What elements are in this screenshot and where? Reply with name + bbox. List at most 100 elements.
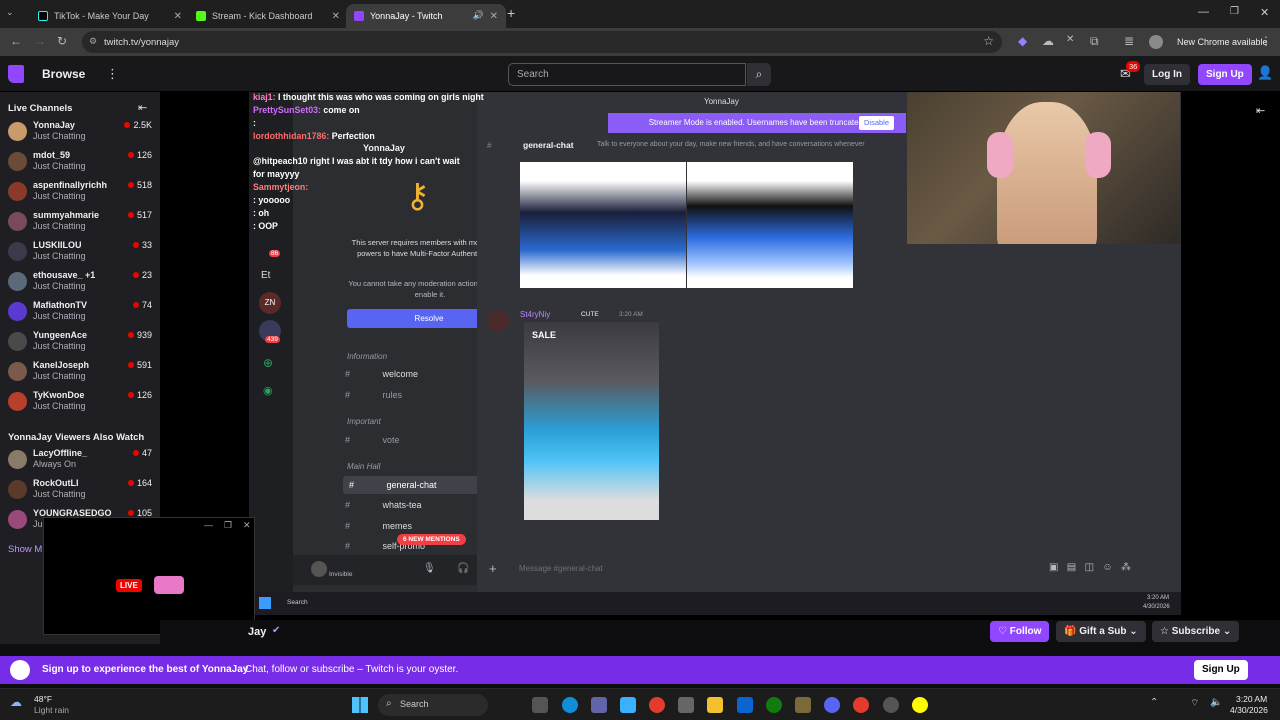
extensions-puzzle-icon[interactable]: ⧉	[1090, 34, 1099, 49]
menu-kebab-icon[interactable]: ⋮	[1260, 34, 1272, 48]
disable-button[interactable]: Disable	[858, 116, 894, 130]
category-important[interactable]: Important	[347, 417, 381, 426]
server-icon[interactable]: ZN	[259, 292, 281, 314]
xbox-icon[interactable]	[766, 697, 782, 713]
collapse-chat-icon[interactable]: ⇤	[1256, 104, 1265, 117]
volume-icon[interactable]: 🔈	[1210, 697, 1222, 708]
headphones-icon[interactable]: 🎧	[457, 563, 469, 574]
snapchat-icon[interactable]	[912, 697, 928, 713]
sidebar-channel-item[interactable]: RockOutLI Just Chatting 164	[0, 474, 160, 504]
close-icon[interactable]: ✕	[490, 11, 498, 22]
teams-icon[interactable]	[591, 697, 607, 713]
avatar[interactable]	[311, 561, 327, 577]
chrome-icon[interactable]	[853, 697, 869, 713]
bookmark-star-icon[interactable]: ☆	[983, 34, 994, 48]
weather-icon[interactable]: ☁	[10, 695, 22, 709]
sidebar-channel-item[interactable]: TyKwonDoe Just Chatting 126	[0, 386, 160, 416]
forward-icon[interactable]: →	[34, 34, 46, 48]
category-information[interactable]: Information	[347, 352, 387, 361]
signup-button-cta[interactable]: Sign Up	[1194, 660, 1248, 680]
sidebar-channel-item[interactable]: LacyOffline_ Always On 47	[0, 444, 160, 474]
follow-button[interactable]: ♡ Follow	[990, 621, 1050, 642]
taskbar-search[interactable]: ⌕ Search	[378, 694, 488, 716]
sidebar-channel-item[interactable]: YungeenAce Just Chatting 939	[0, 326, 160, 356]
show-more-link[interactable]: Show M	[8, 544, 42, 555]
explore-icon[interactable]: ◉	[263, 384, 273, 397]
new-tab-button[interactable]: +	[507, 5, 515, 21]
mic-icon[interactable]: 🎙	[423, 563, 436, 574]
address-bar[interactable]: ⚙ twitch.tv/yonnajay ☆	[82, 31, 1002, 53]
new-mentions-pill[interactable]: 6 NEW MENTIONS	[397, 534, 466, 545]
emoji-icon[interactable]: ☺	[1102, 562, 1112, 573]
extension-icon[interactable]: ◆	[1018, 34, 1027, 48]
sidebar-channel-item[interactable]: YonnaJay Just Chatting 2.5K	[0, 116, 160, 146]
gif-icon[interactable]: ▤	[1067, 562, 1076, 573]
minimize-icon[interactable]: —	[1198, 6, 1209, 18]
close-window-icon[interactable]: ✕	[1260, 6, 1269, 19]
message-input[interactable]: Message #general-chat	[519, 564, 603, 573]
wifi-icon[interactable]: ⌔	[1190, 697, 1199, 710]
chat-username[interactable]: lordothhidan1786:	[253, 131, 329, 141]
tab-search-icon[interactable]: ⌄	[6, 7, 20, 21]
shoe-image[interactable]	[520, 162, 686, 288]
tab-kick[interactable]: Stream - Kick Dashboard ✕	[188, 4, 348, 28]
extension-icon[interactable]: ☁	[1042, 34, 1054, 48]
back-icon[interactable]: ←	[10, 34, 22, 48]
collapse-sidebar-icon[interactable]: ⇤	[138, 101, 147, 114]
discord-icon[interactable]	[154, 576, 184, 594]
sidebar-channel-item[interactable]: mdot_59 Just Chatting 126	[0, 146, 160, 176]
apps-icon[interactable]: ⁂	[1121, 562, 1131, 573]
clock-time[interactable]: 3:20 AM	[1236, 694, 1267, 704]
close-icon[interactable]: ✕	[332, 11, 340, 22]
sticker-icon[interactable]: ◫	[1085, 562, 1094, 573]
sidebar-channel-item[interactable]: LUSKIILOU Just Chatting 33	[0, 236, 160, 266]
close-icon[interactable]: ✕	[174, 11, 182, 22]
shoe-sale-image[interactable]: SALE	[524, 322, 659, 520]
gift-sub-button[interactable]: 🎁 Gift a Sub ⌄	[1056, 621, 1146, 642]
channel-rules[interactable]: # rules	[345, 390, 402, 408]
gift-icon[interactable]: ▣	[1049, 562, 1058, 573]
restore-icon[interactable]: ❐	[1230, 6, 1239, 17]
clock-date[interactable]: 4/30/2026	[1230, 705, 1268, 715]
tab-tiktok[interactable]: TikTok - Make Your Day ✕	[30, 4, 190, 28]
chat-username[interactable]: PrettySunSet03:	[253, 105, 321, 115]
channel-welcome[interactable]: # welcome	[345, 369, 418, 387]
chat-username[interactable]: Sammytjeon:	[253, 182, 308, 192]
windows-start-icon[interactable]	[259, 597, 271, 609]
channel-vote[interactable]: # vote	[345, 435, 400, 453]
add-server-icon[interactable]: ⊕	[263, 356, 273, 370]
discord-icon[interactable]	[824, 697, 840, 713]
sidebar-channel-item[interactable]: KanelJoseph Just Chatting 591	[0, 356, 160, 386]
copilot-icon[interactable]	[620, 697, 636, 713]
twitch-logo[interactable]	[8, 65, 24, 83]
restore-icon[interactable]: ❐	[224, 520, 232, 531]
subscribe-button[interactable]: ☆ Subscribe ⌄	[1152, 621, 1240, 642]
avatar[interactable]	[487, 310, 509, 332]
chrome-icon[interactable]	[649, 697, 665, 713]
signup-button-top[interactable]: Sign Up	[1198, 64, 1252, 85]
search-icon[interactable]: ⌕	[747, 63, 771, 86]
close-icon[interactable]: ✕	[243, 520, 251, 531]
shoe-image[interactable]	[687, 162, 853, 288]
sidebar-channel-item[interactable]: summyahmarie Just Chatting 517	[0, 206, 160, 236]
settings-gear-icon[interactable]	[883, 697, 899, 713]
mini-player[interactable]: — ❐ ✕ LIVE	[43, 517, 255, 635]
sidebar-channel-item[interactable]: ethousave_ +1 Just Chatting 23	[0, 266, 160, 296]
reload-icon[interactable]: ↻	[57, 34, 67, 48]
sidebar-channel-item[interactable]: MafiathonTV Just Chatting 74	[0, 296, 160, 326]
user-icon[interactable]: 👤	[1257, 65, 1273, 81]
category-main-hall[interactable]: Main Hall	[347, 462, 380, 471]
outlook-icon[interactable]	[737, 697, 753, 713]
browse-link[interactable]: Browse	[42, 67, 85, 81]
search-input[interactable]: Search	[508, 63, 746, 86]
profile-avatar[interactable]	[1149, 35, 1163, 49]
task-view-icon[interactable]	[532, 697, 548, 713]
inner-search[interactable]: Search	[287, 599, 308, 606]
post-author[interactable]: St4ryNiy	[520, 310, 550, 319]
store-icon[interactable]	[678, 697, 694, 713]
channel-name-fragment[interactable]: Jay	[248, 626, 266, 638]
edge-icon[interactable]	[562, 697, 578, 713]
more-kebab-icon[interactable]: ⋮	[106, 66, 119, 82]
channel-whats-tea[interactable]: # whats-tea	[345, 500, 422, 518]
chrome-update-notice[interactable]: New Chrome available	[1177, 37, 1268, 47]
